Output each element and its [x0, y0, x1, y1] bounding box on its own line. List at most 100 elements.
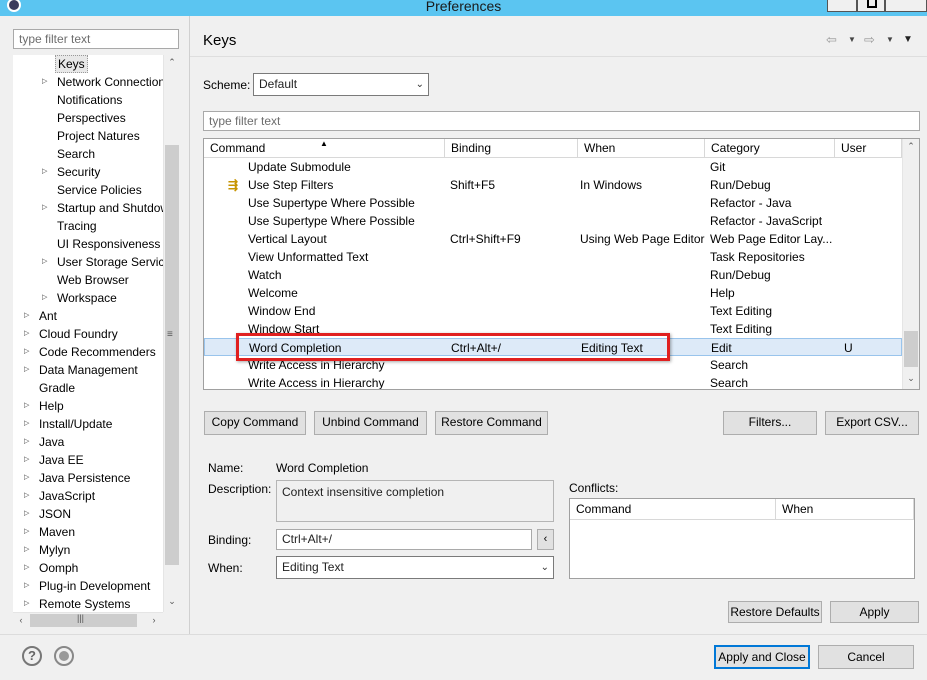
expand-arrow-icon[interactable]: ▷ — [24, 505, 29, 523]
close-button[interactable] — [885, 0, 927, 12]
export-csv-button[interactable]: Export CSV... — [825, 411, 919, 435]
column-header-when[interactable]: When — [578, 139, 705, 158]
scroll-right-icon[interactable]: › — [146, 615, 162, 625]
tree-item[interactable]: Perspectives — [13, 109, 163, 127]
table-vertical-scrollbar[interactable]: ⌃ ⌄ — [902, 139, 919, 389]
conflicts-table[interactable]: Command When — [569, 498, 915, 579]
tree-filter-input[interactable]: type filter text — [13, 29, 179, 49]
expand-arrow-icon[interactable]: ▷ — [24, 523, 29, 541]
tree-item[interactable]: Service Policies — [13, 181, 163, 199]
tree-item[interactable]: ▷ Oomph — [13, 559, 163, 577]
forward-dropdown-icon[interactable]: ▼ — [886, 35, 894, 44]
expand-arrow-icon[interactable]: ▷ — [24, 451, 29, 469]
column-header-category[interactable]: Category — [705, 139, 835, 158]
tree-item[interactable]: ▷ Java EE — [13, 451, 163, 469]
preference-tree[interactable]: Keys ▷ Network Connections Notifications Per… — [13, 55, 163, 612]
conflicts-column-command[interactable]: Command — [570, 499, 776, 520]
restore-defaults-button[interactable]: Restore Defaults — [728, 601, 822, 623]
keys-filter-input[interactable]: type filter text — [203, 111, 920, 131]
tree-item[interactable]: Keys — [13, 55, 163, 73]
tree-item[interactable]: Gradle — [13, 379, 163, 397]
restore-command-button[interactable]: Restore Command — [435, 411, 548, 435]
tree-item[interactable]: ▷ User Storage Service — [13, 253, 163, 271]
forward-arrow-icon[interactable]: ⇨ — [864, 32, 875, 48]
scroll-up-icon[interactable]: ⌃ — [164, 57, 180, 68]
tree-item[interactable]: ▷ Remote Systems — [13, 595, 163, 612]
tree-item[interactable]: ▷ Startup and Shutdown — [13, 199, 163, 217]
copy-command-button[interactable]: Copy Command — [204, 411, 306, 435]
tree-item[interactable]: Notifications — [13, 91, 163, 109]
column-header-user[interactable]: User — [835, 139, 902, 158]
tree-item[interactable]: UI Responsiveness Monitoring — [13, 235, 163, 253]
tree-item[interactable]: Project Natures — [13, 127, 163, 145]
expand-arrow-icon[interactable]: ▷ — [24, 343, 29, 361]
table-row[interactable]: Update Submodule Git — [204, 158, 902, 176]
expand-arrow-icon[interactable]: ▷ — [42, 163, 47, 181]
scheme-select[interactable]: Default ⌄ — [253, 73, 429, 96]
tree-item[interactable]: ▷ JavaScript — [13, 487, 163, 505]
tree-item[interactable]: Tracing — [13, 217, 163, 235]
expand-arrow-icon[interactable]: ▷ — [24, 487, 29, 505]
view-menu-icon[interactable]: ▼ — [903, 34, 913, 45]
tree-vertical-scrollbar[interactable]: ⌃ ≡ ⌄ — [163, 55, 179, 612]
tree-item[interactable]: ▷ Install/Update — [13, 415, 163, 433]
expand-arrow-icon[interactable]: ▷ — [42, 73, 47, 91]
table-row[interactable]: Watch Run/Debug — [204, 266, 902, 284]
tree-item[interactable]: ▷ JSON — [13, 505, 163, 523]
table-scroll-thumb[interactable] — [904, 331, 918, 367]
binding-input[interactable]: Ctrl+Alt+/ — [276, 529, 532, 550]
expand-arrow-icon[interactable]: ▷ — [24, 415, 29, 433]
expand-arrow-icon[interactable]: ▷ — [24, 307, 29, 325]
expand-arrow-icon[interactable]: ▷ — [24, 559, 29, 577]
tree-scroll-thumb[interactable] — [165, 145, 179, 565]
tree-item[interactable]: ▷ Data Management — [13, 361, 163, 379]
column-header-binding[interactable]: Binding — [445, 139, 578, 158]
tree-item[interactable]: ▷ Maven — [13, 523, 163, 541]
expand-arrow-icon[interactable]: ▷ — [24, 595, 29, 612]
tree-item[interactable]: ▷ Plug-in Development — [13, 577, 163, 595]
tree-item[interactable]: ▷ Cloud Foundry — [13, 325, 163, 343]
pane-divider[interactable] — [189, 16, 190, 634]
tree-item[interactable]: ▷ Ant — [13, 307, 163, 325]
tree-item[interactable]: ▷ Workspace — [13, 289, 163, 307]
table-row[interactable]: ⇶ Use Step Filters Shift+F5 In Windows Run/D… — [204, 176, 902, 194]
expand-arrow-icon[interactable]: ▷ — [42, 253, 47, 271]
conflicts-column-when[interactable]: When — [776, 499, 914, 520]
expand-arrow-icon[interactable]: ▷ — [24, 577, 29, 595]
table-row[interactable]: Welcome Help — [204, 284, 902, 302]
expand-arrow-icon[interactable]: ▷ — [24, 325, 29, 343]
table-scroll-up-icon[interactable]: ⌃ — [903, 141, 919, 152]
back-arrow-icon[interactable]: ⇦ — [826, 32, 837, 48]
tree-item[interactable]: ▷ Security — [13, 163, 163, 181]
tree-item[interactable]: ▷ Mylyn — [13, 541, 163, 559]
binding-menu-button[interactable]: ‹ — [537, 529, 554, 550]
import-export-icon[interactable] — [54, 646, 74, 666]
apply-button[interactable]: Apply — [830, 601, 919, 623]
expand-arrow-icon[interactable]: ▷ — [24, 541, 29, 559]
back-dropdown-icon[interactable]: ▼ — [848, 35, 856, 44]
table-row[interactable]: Write Access in Hierarchy Search — [204, 374, 902, 389]
help-icon[interactable]: ? — [22, 646, 42, 666]
cancel-button[interactable]: Cancel — [818, 645, 914, 669]
tree-item[interactable]: ▷ Network Connections — [13, 73, 163, 91]
table-row[interactable]: Use Supertype Where Possible Refactor - J… — [204, 194, 902, 212]
tree-item[interactable]: ▷ Code Recommenders — [13, 343, 163, 361]
expand-arrow-icon[interactable]: ▷ — [24, 433, 29, 451]
column-header-command[interactable]: Command ▲ — [204, 139, 445, 158]
expand-arrow-icon[interactable]: ▷ — [24, 469, 29, 487]
expand-arrow-icon[interactable]: ▷ — [42, 199, 47, 217]
table-row[interactable]: View Unformatted Text Task Repositories — [204, 248, 902, 266]
unbind-command-button[interactable]: Unbind Command — [314, 411, 427, 435]
scroll-down-icon[interactable]: ⌄ — [164, 596, 180, 607]
scroll-left-icon[interactable]: ‹ — [13, 615, 29, 625]
tree-item[interactable]: ▷ Help — [13, 397, 163, 415]
table-row[interactable]: Window End Text Editing — [204, 302, 902, 320]
filters-button[interactable]: Filters... — [723, 411, 817, 435]
table-row[interactable]: Vertical Layout Ctrl+Shift+F9 Using Web Pa… — [204, 230, 902, 248]
tree-horizontal-scrollbar[interactable]: ‹ ||| › — [13, 612, 163, 628]
expand-arrow-icon[interactable]: ▷ — [24, 397, 29, 415]
tree-item[interactable]: Web Browser — [13, 271, 163, 289]
when-select[interactable]: Editing Text ⌄ — [276, 556, 554, 579]
table-row[interactable]: Use Supertype Where Possible Refactor - J… — [204, 212, 902, 230]
expand-arrow-icon[interactable]: ▷ — [24, 361, 29, 379]
